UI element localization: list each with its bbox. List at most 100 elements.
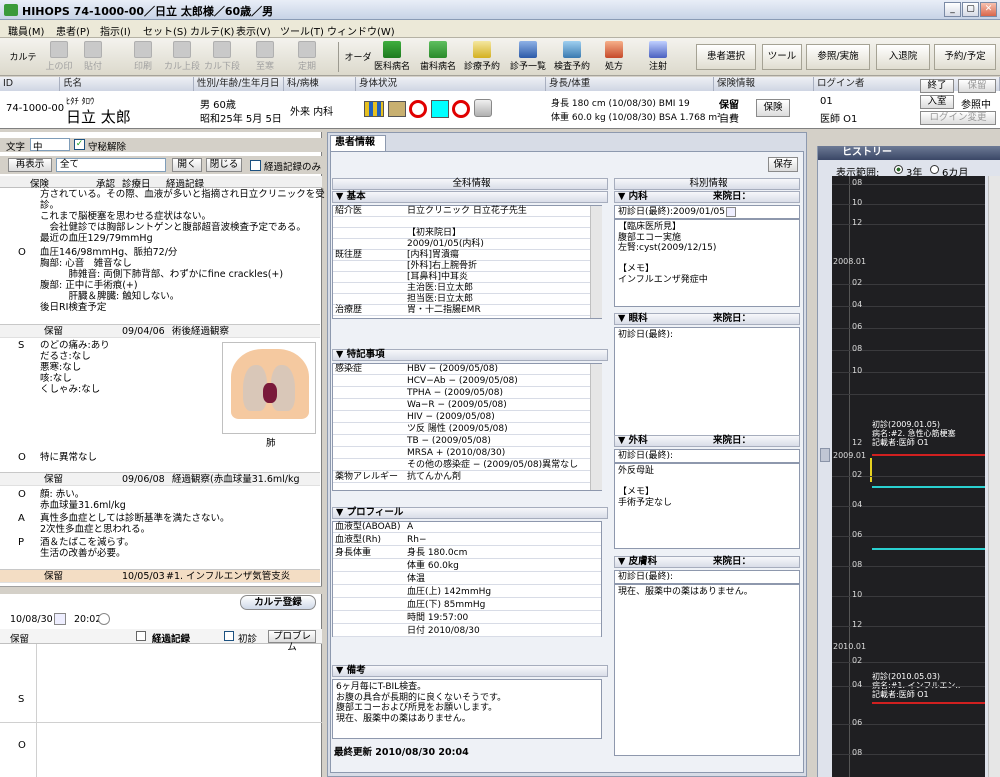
first-visit-checkbox[interactable] [224, 631, 234, 641]
month-label: 02 [852, 278, 863, 287]
font-size-select[interactable]: 中 [30, 138, 70, 153]
hold-button[interactable]: 保留 [958, 79, 996, 93]
progress-only-checkbox[interactable] [250, 160, 261, 171]
header-insurance: 保険情報 [714, 77, 814, 91]
special-row: MRSA + (2010/08/30) [333, 448, 595, 459]
end-button[interactable]: 終了 [920, 79, 954, 93]
insurance-button[interactable]: 保険 [756, 99, 790, 117]
header-id: ID [0, 77, 60, 91]
menu-karte[interactable]: カルテ(K) [190, 23, 234, 38]
filter-row: 再表示 全て 開く 閉じる 経過記録のみ [0, 156, 322, 174]
appointment-list-button[interactable]: 診予一覧 [506, 40, 550, 74]
admission-button[interactable]: 入退院 [876, 44, 930, 70]
menu-tools[interactable]: ツール(T) [280, 23, 324, 38]
menu-view[interactable]: 表示(V) [236, 23, 271, 38]
internal-calendar-icon[interactable] [726, 207, 736, 217]
enter-room-button[interactable]: 入室 [920, 95, 954, 109]
row-value: [外科]右上腕骨折 [407, 261, 478, 271]
new-date[interactable]: 10/08/30 [10, 614, 53, 625]
patient-height: 身長 180 cm (10/08/30) BMI 19 [551, 99, 690, 109]
save-button[interactable]: 保存 [768, 157, 798, 172]
row-value: 血圧(上) 142mmHg [407, 587, 492, 597]
special-row: TPHA − (2009/05/08) [333, 388, 595, 399]
entry1-header[interactable]: 保留 09/04/06 術後経過観察 [0, 324, 320, 338]
row-value: 抗てんかん剤 [407, 472, 462, 482]
radio-6m[interactable] [930, 165, 939, 174]
splitter[interactable] [0, 586, 322, 594]
maximize-button[interactable]: ▢ [962, 2, 979, 17]
section-internal[interactable]: ▼ 内科 来院日： [614, 191, 800, 203]
dental-disease-button[interactable]: 歯科病名 [416, 40, 460, 74]
schedule-button[interactable]: 予約/予定 [934, 44, 996, 70]
appointment-button[interactable]: 診療予約 [460, 40, 504, 74]
history-event-1[interactable]: 初診(2009.01.05) 病名:#2. 急性心筋梗塞 記載者:医師 O1 [872, 420, 956, 447]
special-scrollbar[interactable] [590, 364, 602, 490]
login-change-button[interactable]: ログイン変更 [920, 111, 996, 125]
menu-set[interactable]: セット(S) [143, 23, 187, 38]
close-entry-button[interactable]: 閉じる [206, 158, 242, 172]
derm-text[interactable]: 現在、服薬中の薬はありません。 [614, 584, 800, 756]
karte-panel: 文字 中 ✓ 守秘解除 再表示 全て 開く 閉じる 経過記録のみ 保険 承認 診… [0, 132, 325, 777]
internal-text[interactable]: 【臨床医所見】 腹部エコー実施 左腎:cyst(2009/12/15) 【メモ】… [614, 219, 800, 307]
month-label: 12 [852, 620, 863, 629]
menu-order[interactable]: 指示(I) [100, 23, 131, 38]
month-label: 02 [852, 656, 863, 665]
time-picker-icon[interactable] [98, 613, 110, 625]
toolbar-label: 検査予約 [553, 62, 590, 72]
entry3-title: #1. インフルエンザ気管支炎 [166, 571, 291, 582]
medical-disease-button[interactable]: 医科病名 [370, 40, 414, 74]
entry3-header[interactable]: 保留 10/05/03 #1. インフルエンザ気管支炎 [0, 569, 320, 583]
derm-title: ▼ 皮膚科 [618, 556, 658, 567]
prescription-icon [605, 41, 623, 58]
prescription-button[interactable]: 処方 [596, 40, 632, 74]
basic-scrollbar[interactable] [590, 206, 602, 318]
special-row: 薬物アレルギー 抗てんかん剤 [333, 472, 595, 483]
app-icon [4, 4, 18, 16]
date-picker-icon[interactable] [54, 613, 66, 625]
row-label: 薬物アレルギー [335, 472, 399, 482]
month-label: 04 [852, 300, 863, 309]
event-line-yellow [870, 458, 872, 482]
internal-first-visit-text: 初診日(最終):2009/01/05 [618, 207, 725, 217]
menu-staff[interactable]: 職員(M) [8, 23, 44, 38]
menu-patient[interactable]: 患者(P) [56, 23, 90, 38]
open-button[interactable]: 開く [172, 158, 202, 172]
problem-button[interactable]: プロブレム [268, 630, 316, 653]
profile-row: 血圧(下) 85mmHg [333, 600, 601, 611]
collapse-handle[interactable] [820, 448, 830, 462]
close-button[interactable]: ✕ [980, 2, 997, 17]
history-timeline[interactable]: 08 10 12 2008.01 02 04 06 08 10 12 初診(20… [832, 176, 985, 777]
eye-text[interactable]: 初診日(最終): [614, 327, 800, 439]
protect-checkbox[interactable]: ✓ [74, 139, 85, 150]
entry2-header[interactable]: 保留 09/06/08 経過観察(赤血球量31.6ml/kg [0, 472, 320, 486]
section-surgery[interactable]: ▼ 外科 来院日： [614, 435, 800, 447]
minimize-button[interactable]: _ [944, 2, 961, 17]
remarks-text[interactable]: 6ヶ月毎にT-BIL検査。 お腹の具合が長期的に良くないそうです。 腹部エコーお… [332, 679, 602, 739]
history-scrollbar[interactable] [988, 176, 1000, 777]
surgery-text[interactable]: 外反母趾 【メモ】 手術予定なし [614, 463, 800, 549]
profile-row: 体温 [333, 574, 601, 585]
section-eye[interactable]: ▼ 眼科 来院日： [614, 313, 800, 325]
tools-button[interactable]: ツール [762, 44, 802, 70]
all-dept-header: 全科情報 [332, 178, 608, 190]
karte-register-button[interactable]: カルテ登録 [240, 595, 316, 610]
doc-icon [256, 41, 274, 58]
section-profile[interactable]: ▼ プロフィール [332, 507, 608, 519]
menu-window[interactable]: ウィンドウ(W) [327, 23, 395, 38]
radio-3y[interactable] [894, 165, 903, 174]
reference-button[interactable]: 参照/実施 [806, 44, 870, 70]
section-remarks[interactable]: ▼ 備考 [332, 665, 608, 677]
section-derm[interactable]: ▼ 皮膚科 来院日： [614, 556, 800, 568]
redisplay-button[interactable]: 再表示 [8, 158, 52, 172]
filter-select[interactable]: 全て [56, 158, 166, 172]
section-special[interactable]: ▼ 特記事項 [332, 349, 608, 361]
toolbar-label: カル下段 [204, 62, 241, 72]
expand-icon[interactable] [136, 631, 146, 641]
patient-info-tab[interactable]: 患者情報 [330, 135, 386, 151]
internal-visit-label: 来院日： [713, 191, 752, 202]
injection-button[interactable]: 注射 [640, 40, 676, 74]
section-basic[interactable]: ▼ 基本 [332, 191, 608, 203]
exam-appointment-button[interactable]: 検査予約 [550, 40, 594, 74]
entry1-s-label: S [18, 340, 25, 351]
patient-select-button[interactable]: 患者選択 [696, 44, 756, 70]
